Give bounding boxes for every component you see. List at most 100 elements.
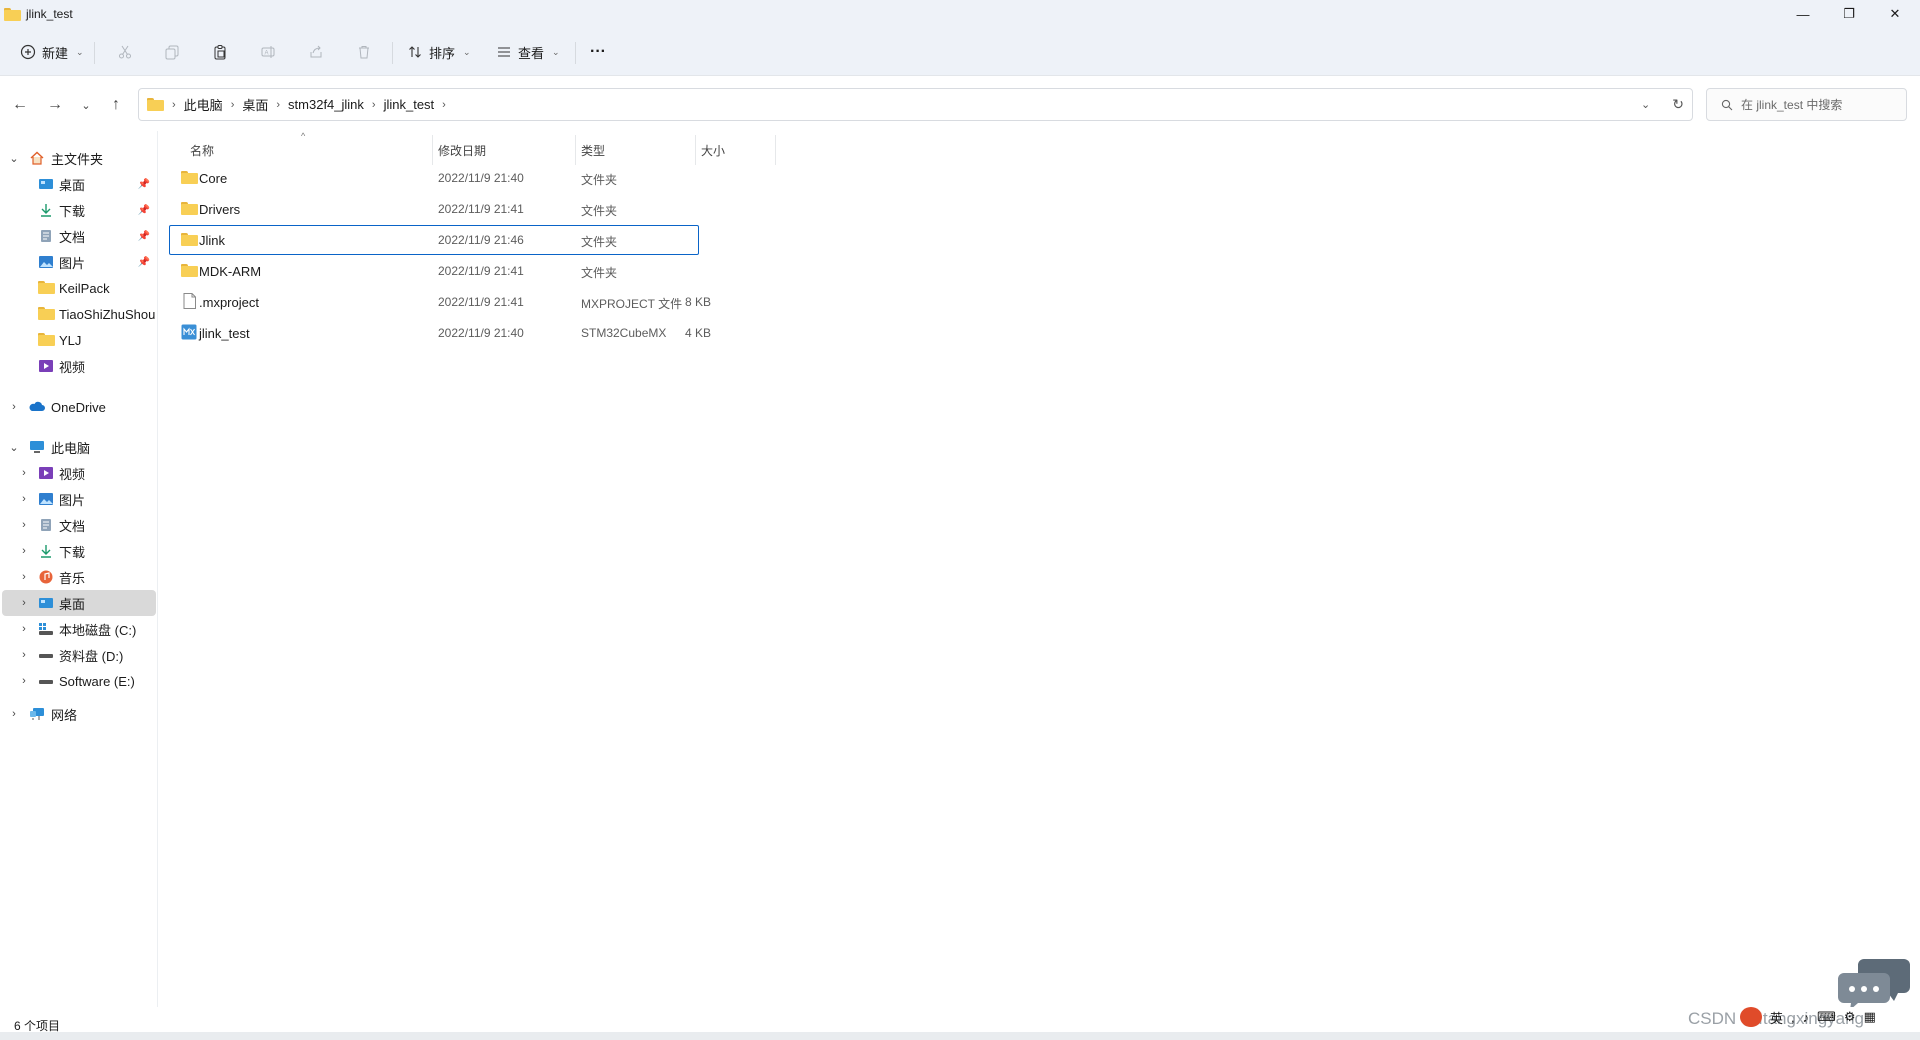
file-name: Jlink <box>199 233 226 248</box>
address-history-dropdown[interactable]: ⌄ <box>1641 98 1650 111</box>
sidebar-item-this-pc[interactable]: ⌄ 此电脑 <box>2 434 156 460</box>
chevron-right-icon[interactable]: › <box>276 99 280 111</box>
file-row-jlink-test[interactable]: jlink_test 2022/11/9 21:40 STM32CubeMX 4… <box>169 318 711 348</box>
ime-logo-icon[interactable] <box>1740 1007 1762 1027</box>
folder-icon <box>38 307 55 321</box>
chevron-right-icon[interactable]: › <box>18 597 30 609</box>
forward-button[interactable]: → <box>41 91 69 119</box>
chevron-right-icon[interactable]: › <box>18 675 30 687</box>
delete-button[interactable] <box>356 36 372 68</box>
cut-button[interactable] <box>117 36 133 68</box>
column-header-size[interactable]: 大小 <box>701 135 725 165</box>
sidebar-item-onedrive[interactable]: › OneDrive <box>2 394 156 420</box>
chevron-right-icon[interactable]: › <box>18 545 30 557</box>
sidebar-item-music[interactable]: › 音乐 <box>2 564 156 590</box>
paste-button[interactable] <box>212 36 228 68</box>
chevron-right-icon[interactable]: › <box>442 99 446 111</box>
ime-mic-icon[interactable]: ♪ <box>1803 1010 1810 1025</box>
sidebar-item-drive-e[interactable]: › Software (E:) <box>2 668 156 694</box>
sidebar-item-pictures[interactable]: › 图片 <box>2 486 156 512</box>
sidebar-item-desktop[interactable]: › 桌面 <box>2 590 156 616</box>
sort-label: 排序 <box>429 45 456 61</box>
ime-keyboard-icon[interactable]: ⌨ <box>1817 1009 1836 1025</box>
sidebar-item-label: 文档 <box>59 229 86 245</box>
column-header-type[interactable]: 类型 <box>581 135 605 165</box>
file-size: 4 KB <box>684 326 711 340</box>
search-input[interactable] <box>1741 97 1901 112</box>
chevron-right-icon[interactable]: › <box>8 708 20 720</box>
sort-button[interactable]: 排序 ⌄ <box>407 36 471 68</box>
chevron-right-icon[interactable]: › <box>231 99 235 111</box>
share-button[interactable] <box>308 36 324 68</box>
file-row-core[interactable]: Core 2022/11/9 21:40 文件夹 <box>169 163 699 193</box>
file-size: 8 KB <box>684 295 711 309</box>
chevron-right-icon[interactable]: › <box>18 467 30 479</box>
sidebar-item-drive-d[interactable]: › 资料盘 (D:) <box>2 642 156 668</box>
address-bar[interactable]: › 此电脑 › 桌面 › stm32f4_jlink › jlink_test … <box>138 88 1693 121</box>
sidebar-item-home[interactable]: ⌄ 主文件夹 <box>2 145 156 171</box>
close-button[interactable]: ✕ <box>1872 0 1918 28</box>
minimize-button[interactable]: — <box>1780 0 1826 28</box>
ime-settings-icon[interactable]: ⚙ <box>1844 1009 1856 1025</box>
sidebar-item-downloads-quick[interactable]: 下载 📌 <box>2 197 156 223</box>
refresh-icon[interactable]: ↻ <box>1672 96 1684 113</box>
chevron-right-icon[interactable]: › <box>8 401 20 413</box>
new-button[interactable]: 新建 ⌄ <box>20 36 84 68</box>
sidebar-item-network[interactable]: › 网络 <box>2 701 156 727</box>
file-row-mdk-arm[interactable]: MDK-ARM 2022/11/9 21:41 文件夹 <box>169 256 699 286</box>
view-label: 查看 <box>518 45 545 61</box>
recent-locations-button[interactable]: ⌄ <box>72 91 100 119</box>
column-resize-handle[interactable] <box>695 135 696 165</box>
column-resize-handle[interactable] <box>775 135 776 165</box>
file-row-drivers[interactable]: Drivers 2022/11/9 21:41 文件夹 <box>169 194 699 224</box>
chevron-right-icon[interactable]: › <box>372 99 376 111</box>
breadcrumb-desktop[interactable]: 桌面 <box>242 95 268 114</box>
restore-button[interactable]: ❐ <box>1826 0 1872 28</box>
sidebar-item-label: 本地磁盘 (C:) <box>59 622 137 638</box>
sidebar-item-label: 音乐 <box>59 570 86 586</box>
column-header-date[interactable]: 修改日期 <box>438 135 486 165</box>
back-button[interactable]: ← <box>6 91 34 119</box>
sidebar-item-pictures-quick[interactable]: 图片 📌 <box>2 249 156 275</box>
view-button[interactable]: 查看 ⌄ <box>496 36 560 68</box>
breadcrumb-stm32f4-jlink[interactable]: stm32f4_jlink <box>288 97 364 112</box>
sidebar-item-downloads[interactable]: › 下载 <box>2 538 156 564</box>
chevron-right-icon[interactable]: › <box>18 571 30 583</box>
column-resize-handle[interactable] <box>432 135 433 165</box>
ime-grid-icon[interactable]: ▦ <box>1864 1009 1876 1025</box>
column-header-name[interactable]: 名称 <box>190 135 214 165</box>
file-date: 2022/11/9 21:41 <box>438 202 524 216</box>
sidebar-item-drive-c[interactable]: › 本地磁盘 (C:) <box>2 616 156 642</box>
sidebar-item-documents[interactable]: › 文档 <box>2 512 156 538</box>
chat-bubble-icon[interactable] <box>1838 955 1912 1011</box>
chevron-right-icon[interactable]: › <box>18 649 30 661</box>
ime-punctuation-icon[interactable]: , <box>1791 1010 1795 1025</box>
sidebar-item-tiaoshizhushou[interactable]: TiaoShiZhuShou <box>2 301 156 327</box>
breadcrumb-this-pc[interactable]: 此电脑 <box>184 95 223 114</box>
search-box[interactable] <box>1706 88 1907 121</box>
column-resize-handle[interactable] <box>575 135 576 165</box>
rename-button[interactable]: A <box>260 36 276 68</box>
file-type: 文件夹 <box>581 204 618 218</box>
file-row-jlink[interactable]: Jlink 2022/11/9 21:46 文件夹 <box>169 225 699 255</box>
sidebar-item-keilpack[interactable]: KeilPack <box>2 275 156 301</box>
sidebar-item-videos-quick[interactable]: 视频 <box>2 353 156 379</box>
sidebar-item-label: 此电脑 <box>51 440 91 456</box>
ime-language[interactable]: 英 <box>1770 1008 1783 1027</box>
breadcrumb-jlink-test[interactable]: jlink_test <box>384 97 435 112</box>
chevron-down-icon[interactable]: ⌄ <box>8 441 20 454</box>
chevron-right-icon[interactable]: › <box>18 519 30 531</box>
navigation-bar: ← → ⌄ ↑ › 此电脑 › 桌面 › stm32f4_jlink › jli… <box>0 77 1920 131</box>
up-button[interactable]: ↑ <box>102 91 130 119</box>
sidebar-item-desktop-quick[interactable]: 桌面 📌 <box>2 171 156 197</box>
chevron-down-icon[interactable]: ⌄ <box>8 152 20 165</box>
file-row-mxproject[interactable]: .mxproject 2022/11/9 21:41 MXPROJECT 文件 … <box>169 287 711 317</box>
sidebar-item-documents-quick[interactable]: 文档 📌 <box>2 223 156 249</box>
sidebar-item-videos[interactable]: › 视频 <box>2 460 156 486</box>
more-options-button[interactable]: ··· <box>590 36 606 68</box>
sidebar-item-ylj[interactable]: YLJ <box>2 327 156 353</box>
chevron-right-icon[interactable]: › <box>18 493 30 505</box>
copy-button[interactable] <box>164 36 180 68</box>
chevron-right-icon[interactable]: › <box>18 623 30 635</box>
this-pc-icon <box>29 440 45 454</box>
